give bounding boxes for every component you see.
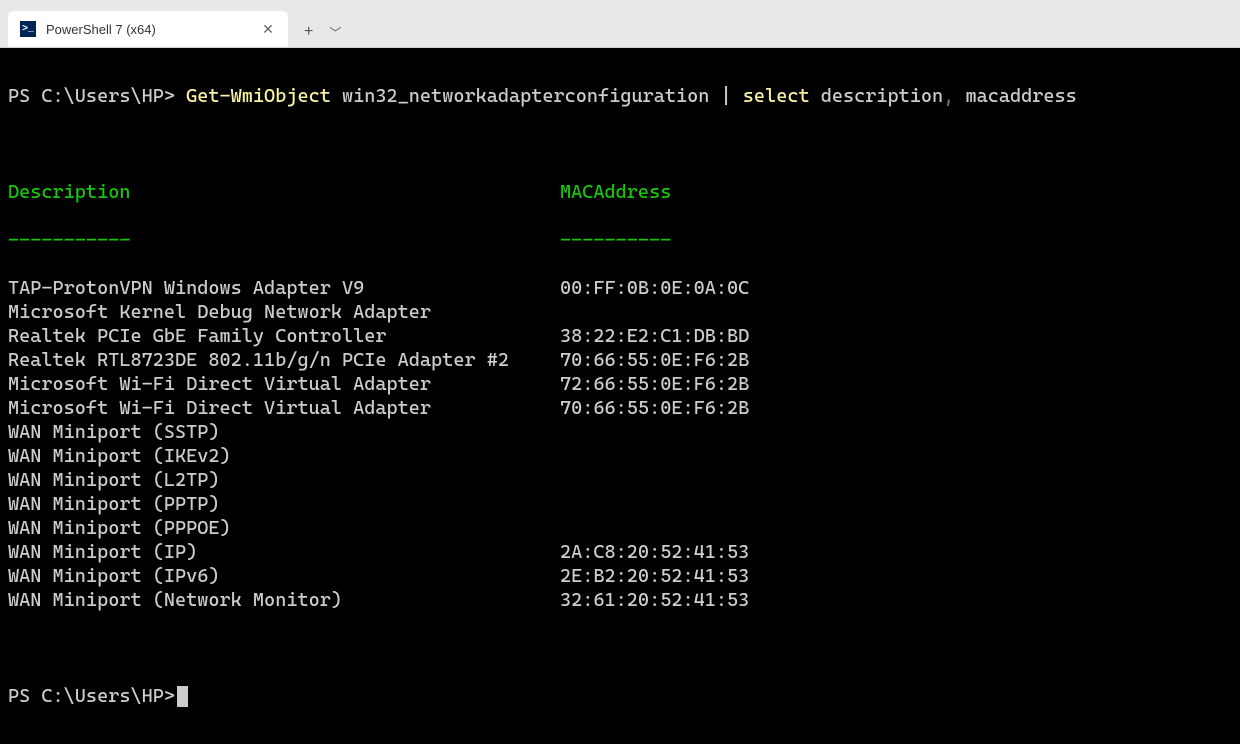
cell-description: WAN Miniport (Network Monitor) (8, 588, 560, 612)
table-header-rule: --------------------- (8, 228, 1232, 252)
table-row: Microsoft Wi-Fi Direct Virtual Adapter70… (8, 396, 1232, 420)
tab-title: PowerShell 7 (x64) (46, 22, 250, 37)
cell-macaddress (560, 492, 1232, 516)
prompt-line: PS C:\Users\HP> (8, 684, 1232, 708)
table-row: Realtek PCIe GbE Family Controller38:22:… (8, 324, 1232, 348)
table-row: WAN Miniport (PPTP) (8, 492, 1232, 516)
terminal-output[interactable]: PS C:\Users\HP> Get-WmiObject win32_netw… (0, 48, 1240, 744)
cell-macaddress: 2A:C8:20:52:41:53 (560, 540, 1232, 564)
table-row: WAN Miniport (IP)2A:C8:20:52:41:53 (8, 540, 1232, 564)
cell-macaddress (560, 300, 1232, 324)
tab-controls: + ﹀ (288, 23, 353, 47)
table-row: WAN Miniport (IKEv2) (8, 444, 1232, 468)
title-bar: >_ PowerShell 7 (x64) ✕ + ﹀ (0, 0, 1240, 48)
cell-macaddress: 38:22:E2:C1:DB:BD (560, 324, 1232, 348)
header-description: Description (8, 180, 560, 204)
cell-macaddress (560, 420, 1232, 444)
table-header: DescriptionMACAddress (8, 180, 1232, 204)
cell-description: WAN Miniport (IPv6) (8, 564, 560, 588)
cell-macaddress: 70:66:55:0E:F6:2B (560, 396, 1232, 420)
table-row: WAN Miniport (IPv6)2E:B2:20:52:41:53 (8, 564, 1232, 588)
cell-description: WAN Miniport (SSTP) (8, 420, 560, 444)
table-row: Microsoft Kernel Debug Network Adapter (8, 300, 1232, 324)
table-row: Realtek RTL8723DE 802.11b/g/n PCIe Adapt… (8, 348, 1232, 372)
cell-macaddress: 72:66:55:0E:F6:2B (560, 372, 1232, 396)
cmdlet-select: select (743, 85, 810, 107)
cell-macaddress: 2E:B2:20:52:41:53 (560, 564, 1232, 588)
cell-description: WAN Miniport (IP) (8, 540, 560, 564)
cell-description: Microsoft Kernel Debug Network Adapter (8, 300, 560, 324)
table-row: WAN Miniport (Network Monitor)32:61:20:5… (8, 588, 1232, 612)
cell-description: Microsoft Wi-Fi Direct Virtual Adapter (8, 372, 560, 396)
cmdlet-name: Get-WmiObject (186, 85, 331, 107)
new-tab-button[interactable]: + (304, 23, 313, 41)
cell-macaddress: 32:61:20:52:41:53 (560, 588, 1232, 612)
cell-description: TAP-ProtonVPN Windows Adapter V9 (8, 276, 560, 300)
cell-macaddress: 70:66:55:0E:F6:2B (560, 348, 1232, 372)
prompt: PS C:\Users\HP> (8, 85, 186, 107)
cell-macaddress (560, 444, 1232, 468)
cursor (177, 686, 188, 707)
command-line: PS C:\Users\HP> Get-WmiObject win32_netw… (8, 84, 1232, 108)
table-row: WAN Miniport (PPPOE) (8, 516, 1232, 540)
table-row: WAN Miniport (SSTP) (8, 420, 1232, 444)
tab-dropdown-button[interactable]: ﹀ (329, 24, 341, 41)
cell-description: Realtek PCIe GbE Family Controller (8, 324, 560, 348)
header-macaddress: MACAddress (560, 180, 1232, 204)
cell-description: WAN Miniport (IKEv2) (8, 444, 560, 468)
table-row: TAP-ProtonVPN Windows Adapter V900:FF:0B… (8, 276, 1232, 300)
table-row: Microsoft Wi-Fi Direct Virtual Adapter72… (8, 372, 1232, 396)
cell-macaddress (560, 516, 1232, 540)
tab-powershell[interactable]: >_ PowerShell 7 (x64) ✕ (8, 11, 288, 47)
close-tab-button[interactable]: ✕ (260, 21, 276, 38)
cell-description: WAN Miniport (L2TP) (8, 468, 560, 492)
cell-description: WAN Miniport (PPPOE) (8, 516, 560, 540)
cell-description: Microsoft Wi-Fi Direct Virtual Adapter (8, 396, 560, 420)
cell-macaddress: 00:FF:0B:0E:0A:0C (560, 276, 1232, 300)
cell-description: Realtek RTL8723DE 802.11b/g/n PCIe Adapt… (8, 348, 560, 372)
cell-macaddress (560, 468, 1232, 492)
table-row: WAN Miniport (L2TP) (8, 468, 1232, 492)
cell-description: WAN Miniport (PPTP) (8, 492, 560, 516)
powershell-icon: >_ (20, 21, 36, 37)
